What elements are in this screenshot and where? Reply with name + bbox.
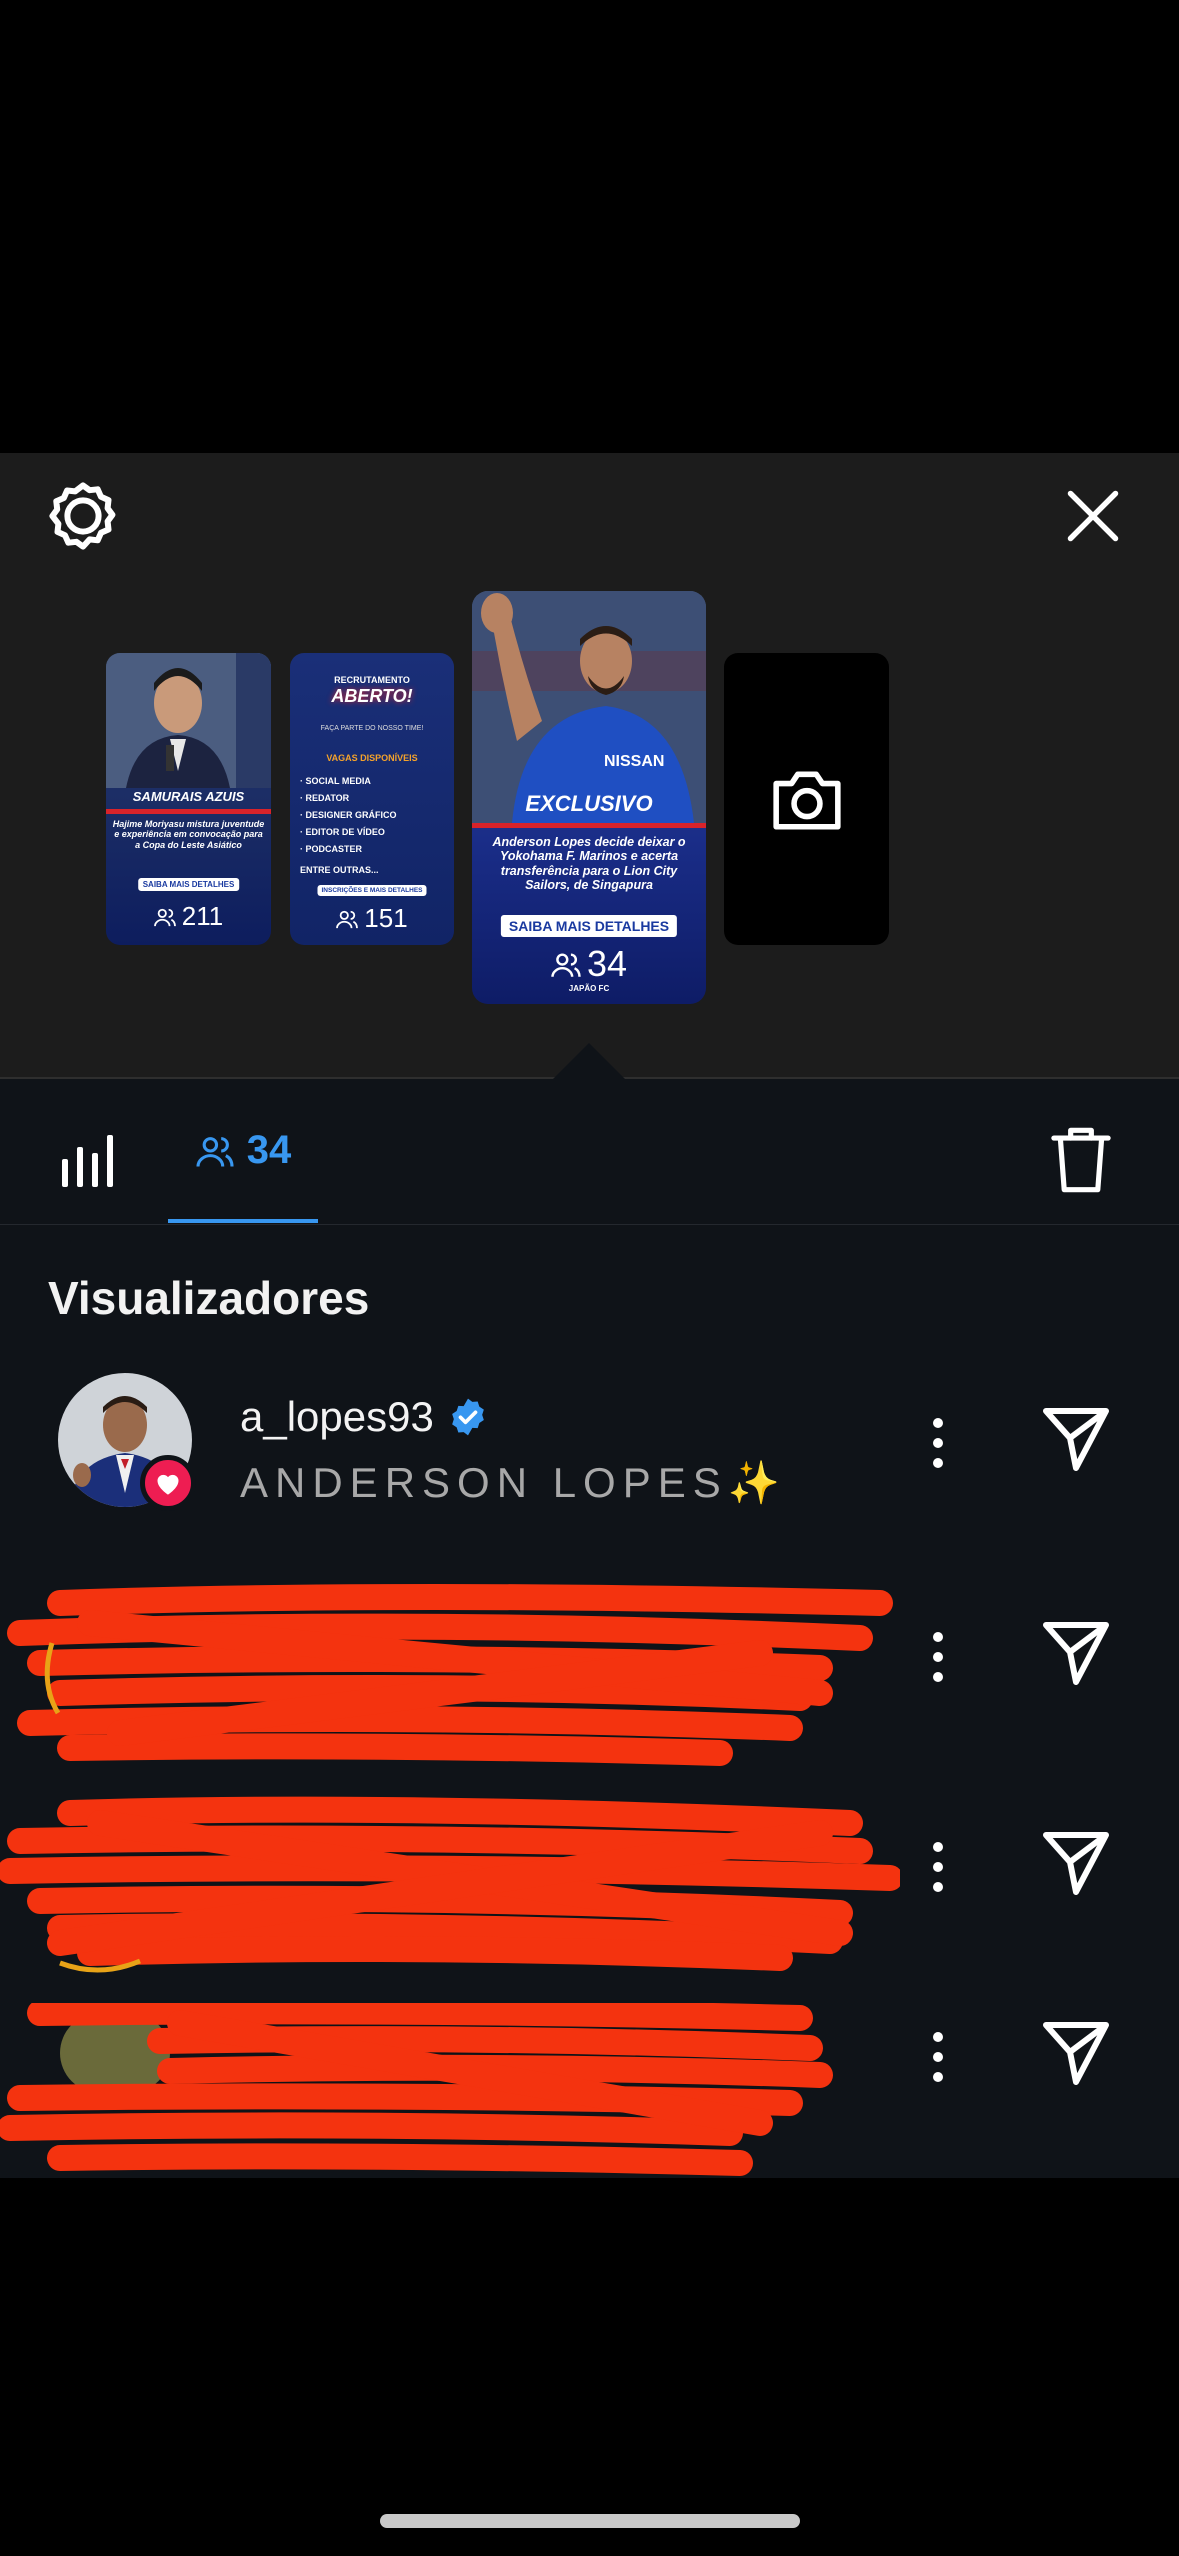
divider bbox=[106, 809, 271, 814]
people-icon bbox=[153, 908, 176, 926]
home-indicator[interactable] bbox=[380, 2514, 800, 2528]
delete-button[interactable] bbox=[1050, 1125, 1114, 1195]
story-link-pill: SAIBA MAIS DETALHES bbox=[500, 915, 678, 937]
story-description: Hajime Moriyasu mistura juventude e expe… bbox=[112, 819, 265, 850]
more-options-button[interactable] bbox=[918, 1413, 958, 1473]
story-link-pill: INSCRIÇÕES E MAIS DETALHES bbox=[317, 885, 427, 896]
story-photo: NISSAN bbox=[472, 591, 706, 823]
send-button[interactable] bbox=[1040, 1829, 1120, 1899]
more-vertical-icon bbox=[933, 1418, 943, 1468]
story-link-pill: SAIBA MAIS DETALHES bbox=[137, 878, 240, 891]
trash-icon bbox=[1051, 1127, 1111, 1193]
story-description: Anderson Lopes decide deixar o Yokohama … bbox=[492, 835, 686, 893]
story-thumbnail-2[interactable]: RECRUTAMENTO ABERTO! FAÇA PARTE DO NOSSO… bbox=[290, 653, 454, 945]
like-badge bbox=[140, 1455, 196, 1511]
send-icon bbox=[1043, 1832, 1109, 1895]
people-icon bbox=[551, 952, 581, 977]
story-caption: EXCLUSIVO bbox=[525, 791, 653, 816]
settings-button[interactable] bbox=[40, 473, 126, 559]
story-list: · SOCIAL MEDIA · REDATOR · DESIGNER GRÁF… bbox=[300, 773, 397, 858]
story-subtitle: FAÇA PARTE DO NOSSO TIME! bbox=[320, 725, 424, 732]
viewer-tabs: 34 bbox=[0, 1079, 1179, 1224]
send-button[interactable] bbox=[1040, 1405, 1120, 1475]
send-icon bbox=[1043, 1408, 1109, 1471]
send-icon bbox=[1043, 2022, 1109, 2085]
close-button[interactable] bbox=[1050, 473, 1136, 559]
svg-text:NISSAN: NISSAN bbox=[604, 753, 664, 770]
story-more: ENTRE OUTRAS... bbox=[300, 865, 379, 875]
redaction-scribble bbox=[0, 1796, 900, 1973]
send-button[interactable] bbox=[1040, 1619, 1120, 1689]
people-icon bbox=[336, 910, 359, 928]
story-view-count: 211 bbox=[106, 901, 271, 932]
list-item: · DESIGNER GRÁFICO bbox=[300, 810, 397, 820]
send-icon bbox=[1043, 1622, 1109, 1685]
send-button[interactable] bbox=[1040, 2019, 1120, 2089]
story-thumbnail-1[interactable]: SAMURAIS AZUIS Hajime Moriyasu mistura j… bbox=[106, 653, 271, 945]
add-story-button[interactable] bbox=[724, 653, 889, 945]
story-caption: SAMURAIS AZUIS bbox=[132, 789, 245, 804]
story-tray: SAMURAIS AZUIS Hajime Moriyasu mistura j… bbox=[0, 453, 1179, 1079]
viewers-count: 34 bbox=[246, 1128, 292, 1172]
story-viewers-sheet: SAMURAIS AZUIS Hajime Moriyasu mistura j… bbox=[0, 453, 1179, 2178]
list-item: · PODCASTER bbox=[300, 844, 363, 854]
viewer-row-redacted[interactable] bbox=[0, 1793, 1179, 1993]
story-photo bbox=[106, 653, 271, 788]
story-section: VAGAS DISPONÍVEIS bbox=[326, 753, 418, 763]
divider bbox=[0, 1224, 1179, 1225]
full-name: ANDERSON LOPES✨ bbox=[240, 1459, 788, 1506]
gear-icon bbox=[49, 482, 116, 550]
tab-viewers[interactable]: 34 bbox=[168, 1079, 318, 1222]
more-vertical-icon bbox=[933, 1632, 943, 1682]
story-view-count: 34 bbox=[472, 943, 706, 985]
section-title: Visualizadores bbox=[48, 1272, 370, 1324]
story-brand: JAPÃO FC bbox=[568, 984, 610, 993]
camera-icon bbox=[772, 771, 841, 830]
username[interactable]: a_lopes93 bbox=[240, 1393, 488, 1441]
bottom-black-area bbox=[0, 2178, 1179, 2556]
story-view-count: 151 bbox=[290, 903, 454, 934]
story-title-top: RECRUTAMENTO bbox=[334, 675, 410, 685]
more-vertical-icon bbox=[933, 2032, 943, 2082]
viewer-row[interactable]: a_lopes93 ANDERSON LOPES✨ bbox=[0, 1373, 1179, 1573]
list-item: · REDATOR bbox=[300, 793, 350, 803]
close-icon bbox=[1067, 490, 1119, 542]
redaction-scribble bbox=[0, 2003, 833, 2176]
more-options-button[interactable] bbox=[918, 2027, 958, 2087]
top-black-area bbox=[0, 0, 1179, 453]
viewer-row-redacted[interactable] bbox=[0, 2003, 1179, 2178]
more-options-button[interactable] bbox=[918, 1837, 958, 1897]
verified-badge-icon bbox=[452, 1398, 484, 1436]
tab-underline bbox=[168, 1219, 318, 1223]
more-options-button[interactable] bbox=[918, 1627, 958, 1687]
heart-icon bbox=[157, 1474, 179, 1495]
story-title: ABERTO! bbox=[331, 686, 413, 706]
list-item: · SOCIAL MEDIA bbox=[300, 776, 371, 786]
redaction-scribble bbox=[7, 1584, 893, 1766]
viewer-row-redacted[interactable] bbox=[0, 1583, 1179, 1783]
divider bbox=[472, 823, 706, 828]
bar-chart-icon bbox=[62, 1135, 113, 1187]
story-thumbnail-3-selected[interactable]: NISSAN EXCLUSIVO Anderson Lopes decide d… bbox=[472, 591, 706, 1004]
list-item: · EDITOR DE VÍDEO bbox=[300, 827, 385, 837]
selected-story-pointer bbox=[553, 1043, 625, 1079]
tab-insights[interactable] bbox=[60, 1129, 130, 1189]
more-vertical-icon bbox=[933, 1842, 943, 1892]
people-icon bbox=[196, 1136, 234, 1167]
